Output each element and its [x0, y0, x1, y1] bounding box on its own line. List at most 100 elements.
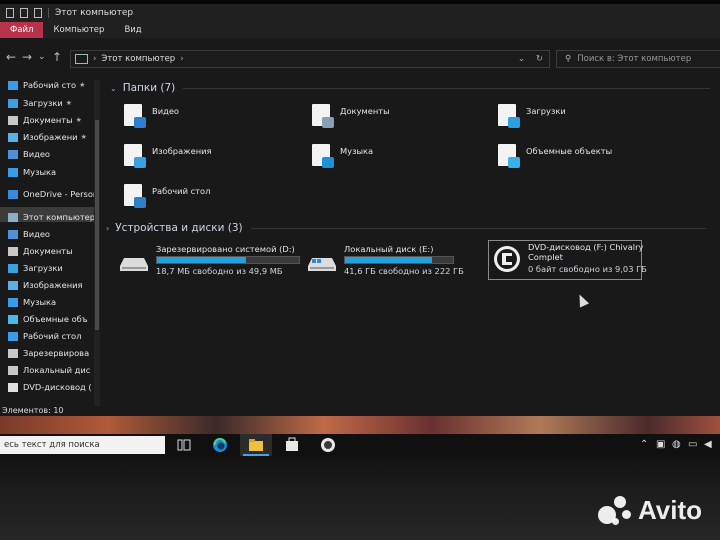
sidebar-item[interactable]: Загрузки ★ — [8, 98, 72, 108]
recent-chevron-icon[interactable]: ⌄ — [38, 52, 46, 62]
video-icon — [8, 229, 18, 239]
address-path: Этот компьютер — [101, 54, 176, 64]
item-count: Элементов: 10 — [2, 406, 64, 415]
pictures-icon — [8, 280, 18, 290]
sidebar-item-label: DVD-дисковод ( — [23, 382, 92, 392]
sidebar-item[interactable]: Документы ★ — [8, 115, 82, 125]
pin-icon[interactable]: ★ — [81, 133, 87, 141]
tab-computer[interactable]: Компьютер — [43, 22, 114, 38]
up-arrow-icon[interactable]: ↑ — [52, 50, 62, 64]
edge-icon[interactable] — [212, 437, 228, 453]
sidebar-item[interactable]: Документы — [8, 246, 73, 256]
drive-free-space: 18,7 МБ свободно из 49,9 МБ — [156, 266, 283, 276]
documents-icon — [8, 115, 18, 125]
scrollbar-thumb[interactable] — [95, 120, 99, 330]
network-icon[interactable]: ▭ — [688, 439, 697, 450]
chivalry-game-icon — [494, 246, 520, 272]
sidebar-item[interactable]: Видео — [8, 149, 50, 159]
taskbar: есь текст для поиска ⌃ ▣ ◍ ▭ ◀ — [0, 434, 720, 456]
app-circle-icon[interactable] — [320, 437, 336, 453]
sidebar-item-label: Объемные объ — [23, 314, 88, 324]
tab-file[interactable]: Файл — [0, 22, 44, 38]
drive-local[interactable]: Локальный диск (E:) 41,6 ГБ свободно из … — [308, 242, 488, 282]
collapse-chevron-icon[interactable]: › — [106, 224, 109, 233]
sidebar-item-label: Загрузки — [23, 98, 63, 108]
drive-usage-fill — [345, 257, 433, 263]
windows-drive-icon — [308, 258, 336, 271]
navigation-pane: Рабочий сто ★ Загрузки ★ Документы ★ Изображен… — [0, 76, 100, 406]
search-placeholder: Поиск в: Этот компьютер — [577, 54, 692, 64]
refresh-icon[interactable]: ↻ — [536, 54, 543, 64]
drive-icon — [8, 348, 18, 358]
sidebar-item[interactable]: Изображени ★ — [8, 132, 87, 142]
avito-logo-icon — [597, 495, 632, 526]
folder-icon — [310, 142, 334, 168]
quick-access-icon[interactable] — [6, 8, 14, 18]
file-explorer-icon[interactable] — [248, 437, 264, 453]
address-bar[interactable]: › Этот компьютер › ⌄ ↻ — [70, 50, 550, 68]
downloads-icon — [8, 98, 18, 108]
store-icon[interactable] — [284, 437, 300, 453]
tray-status-icon[interactable]: ◍ — [672, 439, 681, 450]
folder-label: Документы — [340, 106, 390, 116]
downloads-icon — [8, 263, 18, 273]
sidebar-item[interactable]: Изображения — [8, 280, 83, 290]
sidebar-item[interactable]: Зарезервирова — [8, 348, 89, 358]
pin-icon[interactable]: ★ — [79, 81, 85, 89]
collapse-chevron-icon[interactable]: ⌄ — [110, 84, 117, 93]
drive-usage-fill — [157, 257, 247, 263]
drive-name: Локальный диск (E:) — [344, 244, 434, 254]
folder-icon — [122, 142, 146, 168]
sidebar-item[interactable]: Музыка — [8, 297, 56, 307]
folder-label: Рабочий стол — [152, 186, 211, 196]
taskbar-search[interactable]: есь текст для поиска — [0, 436, 165, 454]
volume-icon[interactable]: ◀ — [704, 439, 712, 450]
group-header-drives[interactable]: › Устройства и диски (3) — [106, 222, 706, 234]
sidebar-item[interactable]: Этот компьютер — [8, 212, 95, 222]
folder-pictures[interactable]: Изображения — [122, 142, 212, 168]
sidebar-item[interactable]: Объемные объ — [8, 314, 88, 324]
dropdown-chevron-icon[interactable]: ⌄ — [518, 54, 525, 64]
forward-arrow-icon[interactable]: → — [22, 50, 32, 64]
sidebar-item[interactable]: Музыка — [8, 167, 56, 177]
tab-view[interactable]: Вид — [114, 22, 151, 38]
folder-label: Изображения — [152, 146, 212, 156]
sidebar-item-label: Зарезервирова — [23, 348, 90, 358]
drive-dvd[interactable]: DVD-дисковод (F:) Chivalry Complet 0 бай… — [492, 242, 647, 280]
status-bar: Элементов: 10 — [0, 406, 720, 416]
sidebar-item[interactable]: Видео — [8, 229, 50, 239]
screen: Этот компьютер Файл Компьютер Вид ← → ⌄ … — [0, 4, 720, 456]
sidebar-scrollbar[interactable] — [94, 80, 100, 406]
new-folder-icon[interactable] — [34, 8, 42, 18]
tray-app-icon[interactable]: ▣ — [656, 439, 665, 450]
folder-3d-objects[interactable]: Объемные объекты — [496, 142, 612, 168]
sidebar-item[interactable]: Локальный дис — [8, 365, 90, 375]
sidebar-item-label: Рабочий сто — [23, 80, 77, 90]
drive-reserved[interactable]: Зарезервировано системой (D:) 18,7 МБ св… — [120, 242, 320, 282]
sidebar-item[interactable]: OneDrive - Persor — [8, 189, 96, 199]
show-hidden-icons-chevron-icon[interactable]: ⌃ — [640, 439, 648, 450]
folder-desktop[interactable]: Рабочий стол — [122, 182, 210, 208]
back-arrow-icon[interactable]: ← — [6, 50, 16, 64]
task-view-icon[interactable] — [176, 437, 192, 453]
sidebar-item[interactable]: Рабочий сто ★ — [8, 80, 85, 90]
drive-name-continued: Complet — [528, 252, 563, 262]
sidebar-item[interactable]: Рабочий стол — [8, 331, 81, 341]
pin-icon[interactable]: ★ — [76, 116, 82, 124]
sidebar-item-label: Изображени — [23, 132, 78, 142]
sidebar-item-label: Рабочий стол — [23, 331, 82, 341]
folder-music[interactable]: Музыка — [310, 142, 373, 168]
folder-documents[interactable]: Документы — [310, 102, 390, 128]
group-header-folders[interactable]: ⌄ Папки (7) — [110, 82, 710, 94]
sidebar-item[interactable]: DVD-дисковод ( — [8, 382, 92, 392]
properties-icon[interactable] — [20, 8, 28, 18]
navigation-bar: ← → ⌄ ↑ › Этот компьютер › ⌄ ↻ ⚲ Поиск в… — [0, 38, 720, 76]
folder-downloads[interactable]: Загрузки — [496, 102, 566, 128]
sidebar-item[interactable]: Загрузки — [8, 263, 63, 273]
folder-video[interactable]: Видео — [122, 102, 179, 128]
sidebar-item-label: Документы — [23, 115, 73, 125]
drive-free-space: 41,6 ГБ свободно из 222 ГБ — [344, 266, 464, 276]
search-box[interactable]: ⚲ Поиск в: Этот компьютер — [556, 50, 720, 68]
pin-icon[interactable]: ★ — [66, 99, 72, 107]
sidebar-item-label: Загрузки — [23, 263, 63, 273]
